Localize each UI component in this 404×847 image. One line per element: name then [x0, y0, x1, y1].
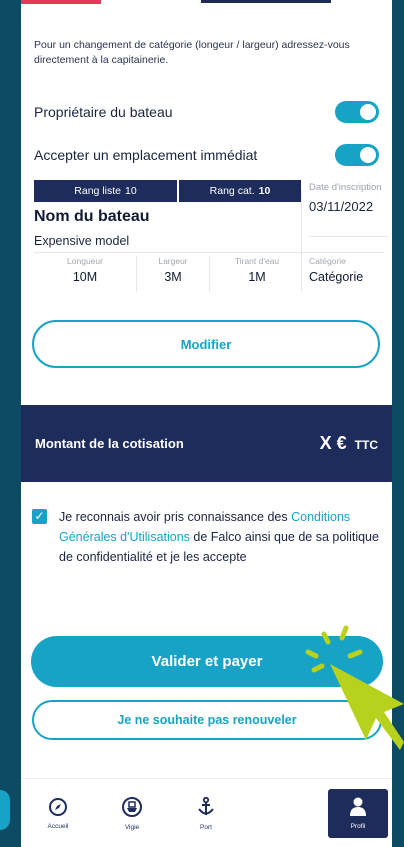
fee-suffix: TTC: [354, 438, 378, 452]
boat-icon: [122, 797, 142, 817]
registration-date-value: 03/11/2022: [309, 199, 374, 214]
fee-amount-wrap: X € TTC: [320, 433, 378, 454]
tab-label-profil: Profil: [350, 823, 366, 830]
tab-vigie[interactable]: Vigie: [95, 779, 169, 847]
user-icon: [350, 797, 366, 816]
compass-icon: [49, 798, 67, 816]
tab-port[interactable]: Port: [169, 779, 243, 847]
spec-length-value: 10M: [72, 270, 98, 284]
category-block: Catégorie Catégorie: [309, 256, 363, 284]
top-accent-strip: [21, 0, 101, 4]
pointer-cursor-icon: [305, 625, 404, 750]
spec-width-value: 3M: [164, 270, 182, 284]
registration-date-label: Date d'inscription: [309, 182, 382, 193]
spec-draft-label: Tirant d'eau: [234, 256, 280, 266]
tab-label-accueil: Accueil: [47, 823, 69, 830]
rank-cat-label: Rang cat.: [209, 185, 255, 197]
divider: [309, 236, 389, 237]
info-text: Pour un changement de catégorie (longeur…: [34, 39, 350, 66]
tab-profil[interactable]: Profil: [328, 789, 388, 838]
tab-label-port: Port: [200, 824, 212, 831]
terms-consent: ✓ Je reconnais avoir pris connaissance d…: [32, 507, 382, 567]
spec-draft-value: 1M: [248, 270, 266, 284]
terms-checkbox[interactable]: ✓: [32, 509, 47, 524]
rank-list-cell: Rang liste 10: [34, 180, 177, 202]
toggle-row-owner: Propriétaire du bateau: [34, 98, 379, 126]
toggle-row-immediate: Accepter un emplacement immédiat: [34, 141, 379, 169]
rank-list-value: 10: [125, 185, 137, 197]
immediate-slot-toggle[interactable]: [335, 144, 379, 166]
spec-length: Longueur 10M: [45, 256, 125, 284]
fee-banner: Montant de la cotisation X € TTC: [21, 405, 392, 482]
terms-text-before: Je reconnais avoir pris connaissance des: [59, 510, 288, 524]
spec-length-label: Longueur: [67, 256, 103, 266]
bottom-tab-bar: Accueil Vigie Port Profil: [21, 778, 392, 847]
spec-draft: Tirant d'eau 1M: [217, 256, 297, 284]
spec-width: Largeur 3M: [133, 256, 213, 284]
rank-cat-cell: Rang cat. 10: [179, 180, 301, 202]
side-accent: [0, 790, 10, 830]
anchor-icon: [198, 796, 214, 815]
tab-label-vigie: Vigie: [124, 824, 140, 831]
category-value: Catégorie: [309, 270, 364, 284]
registration-date: Date d'inscription 03/11/2022: [309, 182, 391, 240]
toggle-label-owner: Propriétaire du bateau: [34, 104, 173, 120]
divider: [34, 252, 384, 253]
boat-model: Expensive model: [34, 234, 130, 248]
rank-list-label: Rang liste: [74, 185, 121, 197]
terms-text: Je reconnais avoir pris connaissance des…: [59, 507, 382, 567]
toggle-label-immediate: Accepter un emplacement immédiat: [34, 147, 258, 163]
category-label: Catégorie: [309, 256, 346, 266]
boat-name: Nom du bateau: [34, 208, 150, 225]
tab-accueil[interactable]: Accueil: [21, 779, 95, 847]
top-dark-strip: [201, 0, 331, 3]
divider: [301, 190, 302, 292]
rank-bar: Rang liste 10 Rang cat. 10: [34, 180, 301, 202]
fee-title: Montant de la cotisation: [35, 436, 184, 451]
fee-amount: X €: [319, 433, 347, 453]
modify-button[interactable]: Modifier: [32, 320, 380, 368]
spec-width-label: Largeur: [158, 256, 188, 266]
rank-cat-value: 10: [258, 185, 271, 197]
owner-toggle[interactable]: [335, 101, 379, 123]
